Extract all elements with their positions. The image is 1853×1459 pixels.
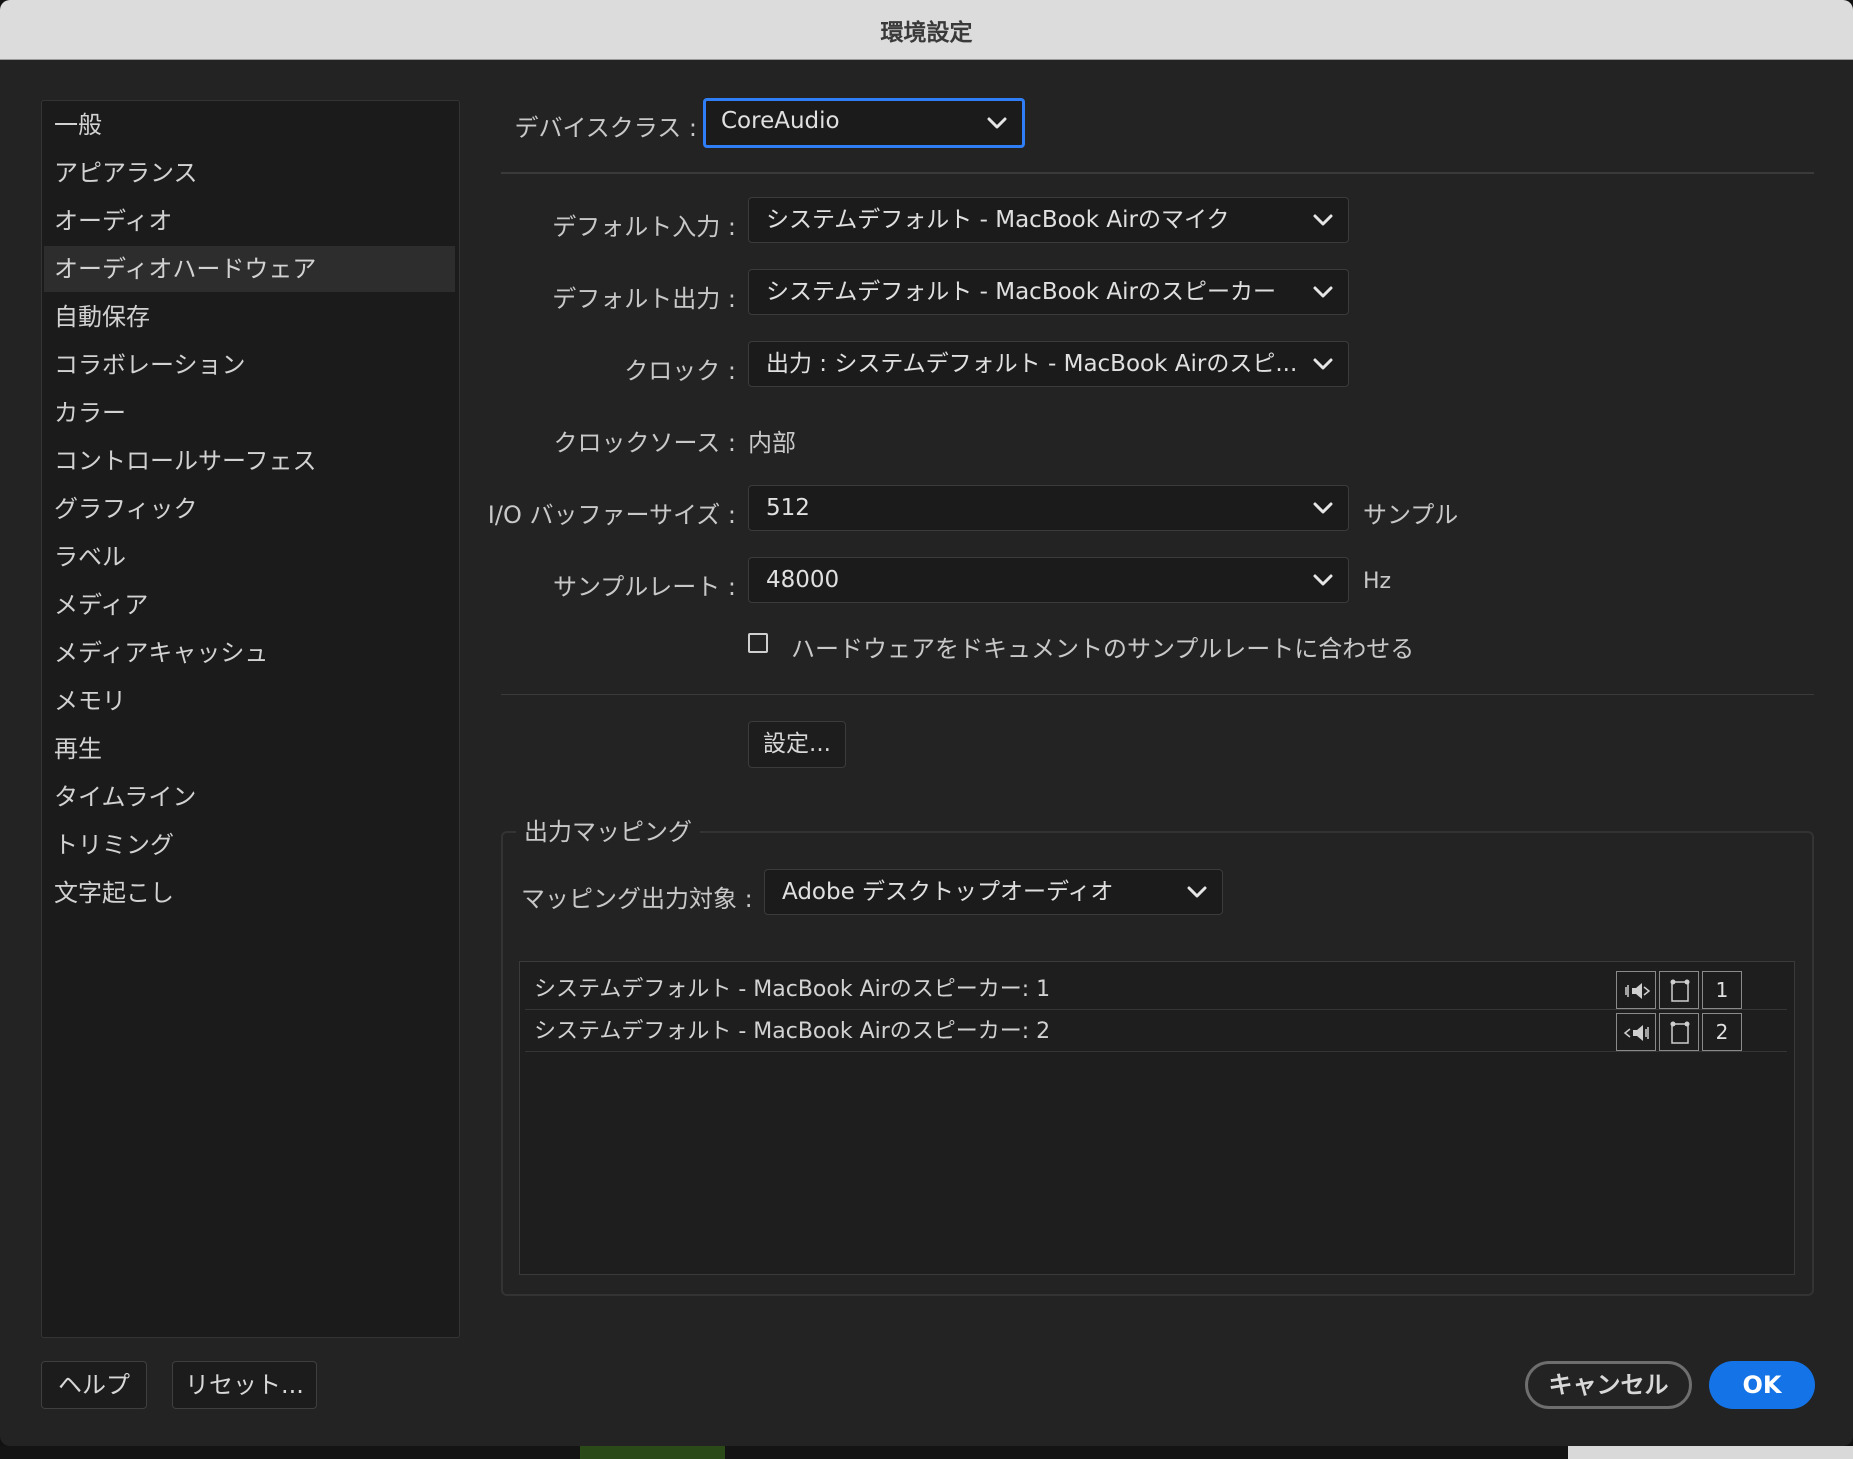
reset-button[interactable]: リセット...: [172, 1361, 317, 1409]
device-class-value: CoreAudio: [721, 108, 840, 134]
sidebar-item-labels[interactable]: ラベル: [44, 534, 455, 580]
sidebar-item-playback[interactable]: 再生: [44, 726, 455, 772]
background-window-fragment: [580, 1446, 725, 1459]
chevron-down-icon: [1187, 886, 1207, 898]
sample-rate-value: 48000: [766, 567, 840, 593]
io-buffer-value: 512: [766, 495, 810, 521]
ok-button[interactable]: OK: [1709, 1361, 1815, 1409]
chevron-down-icon: [1313, 574, 1333, 586]
cancel-button[interactable]: キャンセル: [1525, 1361, 1692, 1409]
sidebar-item-media-cache[interactable]: メディアキャッシュ: [44, 630, 455, 676]
divider: [501, 172, 1814, 174]
speaker-device-icon: [1670, 1021, 1690, 1044]
sidebar-item-trimming[interactable]: トリミング: [44, 822, 455, 868]
sidebar-item-transcription[interactable]: 文字起こし: [44, 870, 455, 916]
clock-value: 出力 : システムデフォルト - MacBook Airのスピ...: [766, 351, 1298, 377]
speaker-right-icon[interactable]: [1616, 1013, 1656, 1051]
sidebar-item-media[interactable]: メディア: [44, 582, 455, 628]
title-bar[interactable]: 環境設定: [0, 0, 1853, 60]
sidebar-item-auto-save[interactable]: 自動保存: [44, 294, 455, 340]
sample-rate-label: サンプルレート :: [553, 573, 736, 601]
sidebar-item-audio-hardware[interactable]: オーディオハードウェア: [44, 246, 455, 292]
io-buffer-select[interactable]: 512: [748, 485, 1349, 531]
mapping-row-name: システムデフォルト - MacBook Airのスピーカー: 2: [534, 1019, 1051, 1044]
preferences-window: 環境設定 一般 アピアランス オーディオ オーディオハードウェア 自動保存 コラ…: [0, 0, 1853, 1446]
chevron-down-icon: [1313, 358, 1333, 370]
default-input-label: デフォルト入力 :: [552, 213, 736, 241]
default-output-value: システムデフォルト - MacBook Airのスピーカー: [766, 279, 1276, 305]
sample-rate-unit: Hz: [1363, 569, 1392, 594]
output-mapping-list: システムデフォルト - MacBook Airのスピーカー: 1 システムデフォ…: [519, 961, 1795, 1275]
clock-select[interactable]: 出力 : システムデフォルト - MacBook Airのスピ...: [748, 341, 1349, 387]
output-mapping-legend: 出力マッピング: [516, 812, 700, 847]
sidebar-item-memory[interactable]: メモリ: [44, 678, 455, 724]
mapping-target-value: Adobe デスクトップオーディオ: [782, 879, 1114, 905]
background-window-fragment: [1568, 1446, 1853, 1459]
chevron-down-icon: [987, 117, 1007, 129]
speaker-device-icon[interactable]: [1659, 1013, 1699, 1051]
clock-source-label: クロックソース :: [553, 429, 736, 457]
chevron-down-icon: [1313, 214, 1333, 226]
match-sample-rate-label[interactable]: ハードウェアをドキュメントのサンプルレートに合わせる: [791, 629, 1414, 664]
match-sample-rate-checkbox[interactable]: [748, 633, 768, 653]
device-class-label: デバイスクラス :: [514, 114, 697, 142]
table-row[interactable]: システムデフォルト - MacBook Airのスピーカー: 2: [525, 1012, 1787, 1052]
sidebar-item-collaboration[interactable]: コラボレーション: [44, 342, 455, 388]
default-output-label: デフォルト出力 :: [552, 285, 736, 313]
default-input-select[interactable]: システムデフォルト - MacBook Airのマイク: [748, 197, 1349, 243]
io-buffer-label: I/O バッファーサイズ :: [487, 501, 736, 529]
sidebar-item-general[interactable]: 一般: [44, 102, 455, 148]
chevron-down-icon: [1313, 286, 1333, 298]
default-input-value: システムデフォルト - MacBook Airのマイク: [766, 207, 1230, 233]
speaker-device-icon[interactable]: [1659, 971, 1699, 1009]
background-strip: [0, 1446, 1853, 1459]
channel-number-button[interactable]: 1: [1702, 971, 1742, 1009]
clock-label: クロック :: [624, 357, 736, 385]
io-buffer-unit: サンプル: [1363, 501, 1459, 529]
sidebar-item-graphics[interactable]: グラフィック: [44, 486, 455, 532]
mapping-target-select[interactable]: Adobe デスクトップオーディオ: [764, 869, 1223, 915]
divider: [501, 694, 1814, 695]
preferences-sidebar: 一般 アピアランス オーディオ オーディオハードウェア 自動保存 コラボレーショ…: [41, 100, 460, 1338]
window-title: 環境設定: [880, 19, 973, 46]
default-output-select[interactable]: システムデフォルト - MacBook Airのスピーカー: [748, 269, 1349, 315]
speaker-left-icon[interactable]: [1616, 971, 1656, 1009]
sample-rate-select[interactable]: 48000: [748, 557, 1349, 603]
speaker-right-icon: [1623, 1025, 1649, 1041]
sidebar-item-control-surface[interactable]: コントロールサーフェス: [44, 438, 455, 484]
device-class-select[interactable]: CoreAudio: [703, 98, 1025, 148]
mapping-target-label: マッピング出力対象 :: [521, 885, 753, 913]
sidebar-item-appearance[interactable]: アピアランス: [44, 150, 455, 196]
speaker-device-icon: [1670, 979, 1690, 1002]
sidebar-item-audio[interactable]: オーディオ: [44, 198, 455, 244]
chevron-down-icon: [1313, 502, 1333, 514]
channel-number-button[interactable]: 2: [1702, 1013, 1742, 1051]
mapping-row-name: システムデフォルト - MacBook Airのスピーカー: 1: [534, 977, 1051, 1002]
speaker-left-icon: [1625, 983, 1651, 999]
sidebar-item-color[interactable]: カラー: [44, 390, 455, 436]
settings-button[interactable]: 設定...: [748, 721, 846, 768]
sidebar-item-timeline[interactable]: タイムライン: [44, 774, 455, 820]
help-button[interactable]: ヘルプ: [41, 1361, 147, 1409]
table-row[interactable]: システムデフォルト - MacBook Airのスピーカー: 1: [525, 970, 1787, 1010]
clock-source-value: 内部: [748, 429, 796, 457]
